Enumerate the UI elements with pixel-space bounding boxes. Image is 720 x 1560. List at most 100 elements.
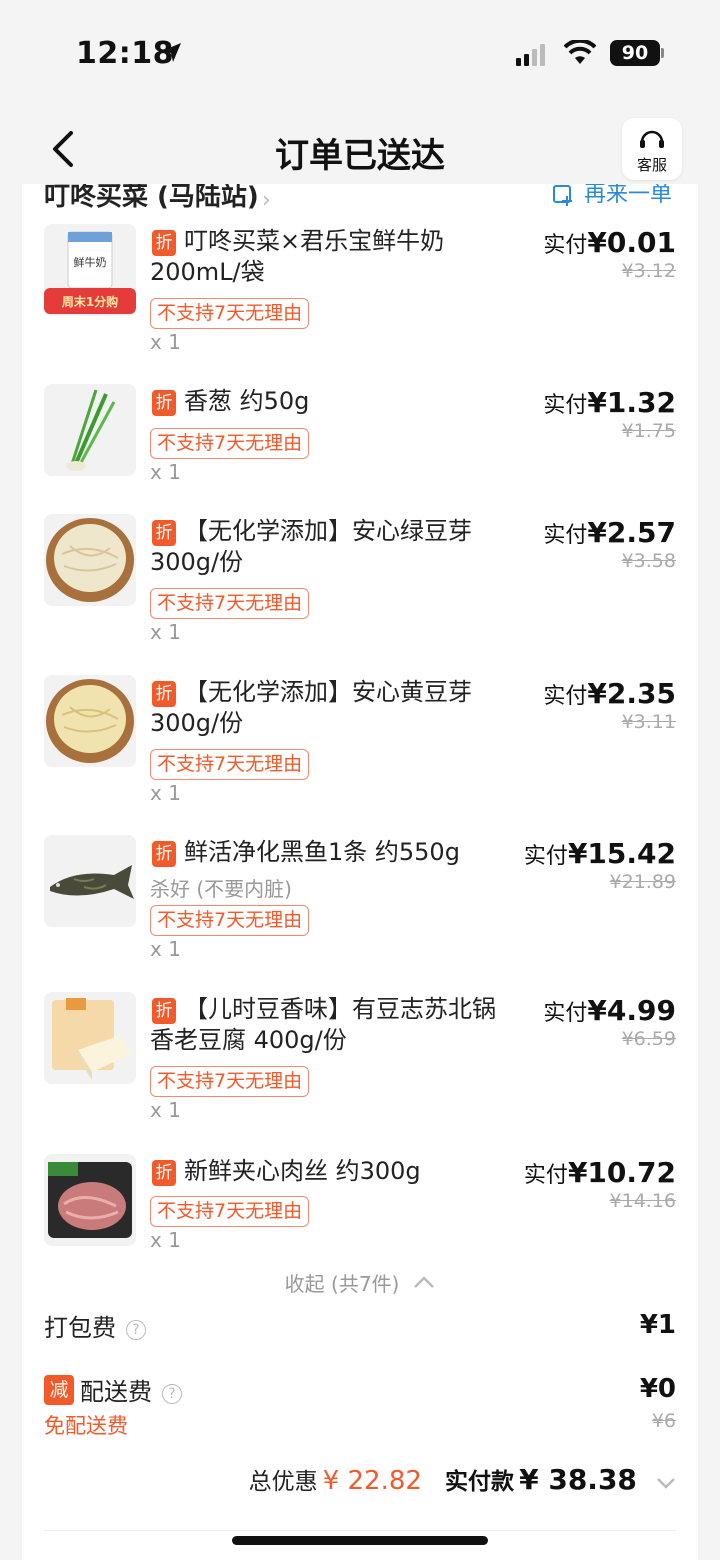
product-name: 叮咚买菜×君乐宝鲜牛奶200mL/袋: [150, 227, 445, 286]
no-return-tag: 不支持7天无理由: [150, 1066, 310, 1097]
product-name: 【无化学添加】安心绿豆芽 300g/份: [150, 517, 472, 576]
paid-amount: ¥10.72: [567, 1156, 676, 1189]
delivery-fee-text: 配送费: [80, 1378, 152, 1406]
product-image: 鲜牛奶 周末1分购: [44, 224, 136, 316]
list-item[interactable]: 折 【无化学添加】安心绿豆芽 300g/份 不支持7天无理由 x 1 实付¥2.…: [22, 514, 698, 664]
wifi-icon: [564, 40, 596, 64]
product-qty: x 1: [150, 1098, 181, 1122]
product-image: [44, 384, 136, 476]
location-arrow-icon: [162, 43, 181, 62]
packing-fee-text: 打包费: [44, 1314, 116, 1342]
original-price: ¥21.89: [609, 871, 676, 893]
paid-label: 实付: [543, 233, 588, 258]
divider: [44, 1530, 676, 1531]
total-discount-value: ¥ 22.82: [322, 1466, 422, 1496]
no-return-tag: 不支持7天无理由: [150, 749, 310, 780]
product-qty: x 1: [150, 937, 181, 961]
svg-text:周末1分购: 周末1分购: [62, 294, 118, 309]
order-total[interactable]: 总优惠 ¥ 22.82 实付款 ¥ 38.38: [249, 1462, 676, 1496]
packing-fee-label: 打包费?: [44, 1308, 146, 1343]
list-item[interactable]: 鲜牛奶 周末1分购 折 叮咚买菜×君乐宝鲜牛奶200mL/袋 不支持7天无理由 …: [22, 224, 698, 374]
free-delivery-label: 免配送费: [44, 1414, 128, 1438]
no-return-tag: 不支持7天无理由: [150, 298, 310, 329]
product-qty: x 1: [150, 1228, 181, 1252]
customer-service-button[interactable]: 客服: [622, 118, 682, 180]
product-image: [44, 1154, 136, 1246]
battery-tip: [661, 48, 664, 58]
original-price: ¥14.16: [609, 1190, 676, 1212]
product-image: [44, 835, 136, 927]
no-return-tag: 不支持7天无理由: [150, 905, 310, 936]
product-option: 杀好 (不要内脏): [150, 877, 292, 901]
original-price: ¥6.59: [621, 1028, 676, 1050]
paid-amount: ¥15.42: [567, 837, 676, 870]
product-name: 鲜活净化黑鱼1条 约550g: [184, 838, 460, 866]
chevron-up-icon: [414, 1276, 435, 1288]
list-item[interactable]: 折 【儿时豆香味】有豆志苏北锅香老豆腐 400g/份 不支持7天无理由 x 1 …: [22, 992, 698, 1142]
headset-icon: [640, 130, 664, 148]
paid-price: 实付¥4.99: [543, 994, 676, 1027]
product-qty: x 1: [150, 330, 181, 354]
packing-fee-value: ¥1: [639, 1310, 676, 1340]
svg-text:鲜牛奶: 鲜牛奶: [74, 255, 107, 269]
help-icon[interactable]: ?: [162, 1384, 182, 1404]
paid-price: 实付¥15.42: [524, 837, 676, 870]
customer-service-label: 客服: [636, 156, 667, 174]
chevron-right-icon: ›: [262, 188, 271, 213]
paid-label: 实付: [543, 684, 588, 709]
collapse-label: 收起 (共7件): [284, 1272, 400, 1296]
list-item[interactable]: 折 新鲜夹心肉丝 约300g 不支持7天无理由 x 1 实付¥10.72 ¥14…: [22, 1154, 698, 1264]
product-qty: x 1: [150, 460, 181, 484]
list-item[interactable]: 折 【无化学添加】安心黄豆芽 300g/份 不支持7天无理由 x 1 实付¥2.…: [22, 675, 698, 825]
paid-amount: ¥2.57: [587, 516, 676, 549]
store-name: 叮咚买菜 (马陆站): [44, 184, 259, 212]
original-price: ¥3.11: [621, 711, 676, 733]
paid-amount: ¥0.01: [587, 226, 676, 259]
product-name: 【无化学添加】安心黄豆芽 300g/份: [150, 678, 472, 737]
paid-price: 实付¥1.32: [543, 386, 676, 419]
paid-price: 实付¥2.35: [543, 677, 676, 710]
store-row[interactable]: 叮咚买菜 (马陆站) › 再来一单: [22, 184, 698, 224]
product-qty: x 1: [150, 620, 181, 644]
list-item[interactable]: 折 香葱 约50g 不支持7天无理由 x 1 实付¥1.32 ¥1.75: [22, 384, 698, 514]
paid-price: 实付¥0.01: [543, 226, 676, 259]
help-icon[interactable]: ?: [126, 1320, 146, 1340]
packing-fee-row: 打包费? ¥1: [22, 1308, 698, 1348]
product-image: [44, 992, 136, 1084]
no-return-tag: 不支持7天无理由: [150, 588, 310, 619]
status-bar: 12:18 90: [0, 0, 720, 100]
battery-indicator: 90: [610, 40, 660, 66]
page-title: 订单已送达: [275, 136, 445, 176]
paid-label: 实付: [543, 393, 588, 418]
paid-amount: ¥1.32: [587, 386, 676, 419]
no-return-tag: 不支持7天无理由: [150, 428, 310, 459]
paid-label: 实付: [543, 523, 588, 548]
product-name: 新鲜夹心肉丝 约300g: [184, 1157, 421, 1185]
reorder-button[interactable]: 再来一单: [584, 184, 672, 208]
collapse-button[interactable]: 收起 (共7件): [22, 1268, 698, 1297]
cellular-signal-icon: [516, 44, 545, 66]
paid-amount: ¥2.35: [587, 677, 676, 710]
home-indicator[interactable]: [232, 1536, 488, 1545]
total-discount-label: 总优惠: [248, 1469, 318, 1495]
original-price: ¥3.12: [621, 260, 676, 282]
paid-price: 实付¥2.57: [543, 516, 676, 549]
chevron-down-icon: [657, 1478, 675, 1489]
delivery-fee-value: ¥0: [639, 1374, 676, 1404]
original-price: ¥3.58: [621, 550, 676, 572]
delivery-fee-label: 配送费?: [80, 1372, 182, 1407]
delivery-fee-row: 减 配送费? ¥0 免配送费 ¥6: [22, 1372, 698, 1442]
product-name: 香葱 约50g: [184, 387, 310, 415]
paid-label: 实付: [543, 1001, 588, 1026]
list-item[interactable]: 折 鲜活净化黑鱼1条 约550g 杀好 (不要内脏) 不支持7天无理由 x 1 …: [22, 835, 698, 985]
reduction-badge: 减: [44, 1375, 74, 1405]
paid-price: 实付¥10.72: [524, 1156, 676, 1189]
order-card: 叮咚买菜 (马陆站) › 再来一单 鲜牛奶 周末1分购 折 叮咚买菜×君乐宝鲜牛…: [22, 184, 698, 1560]
product-qty: x 1: [150, 781, 181, 805]
delivery-original-price: ¥6: [651, 1410, 676, 1432]
product-name: 【儿时豆香味】有豆志苏北锅香老豆腐 400g/份: [150, 995, 496, 1054]
reorder-icon[interactable]: [552, 184, 576, 206]
original-price: ¥1.75: [621, 420, 676, 442]
product-image: [44, 675, 136, 767]
product-image: [44, 514, 136, 606]
